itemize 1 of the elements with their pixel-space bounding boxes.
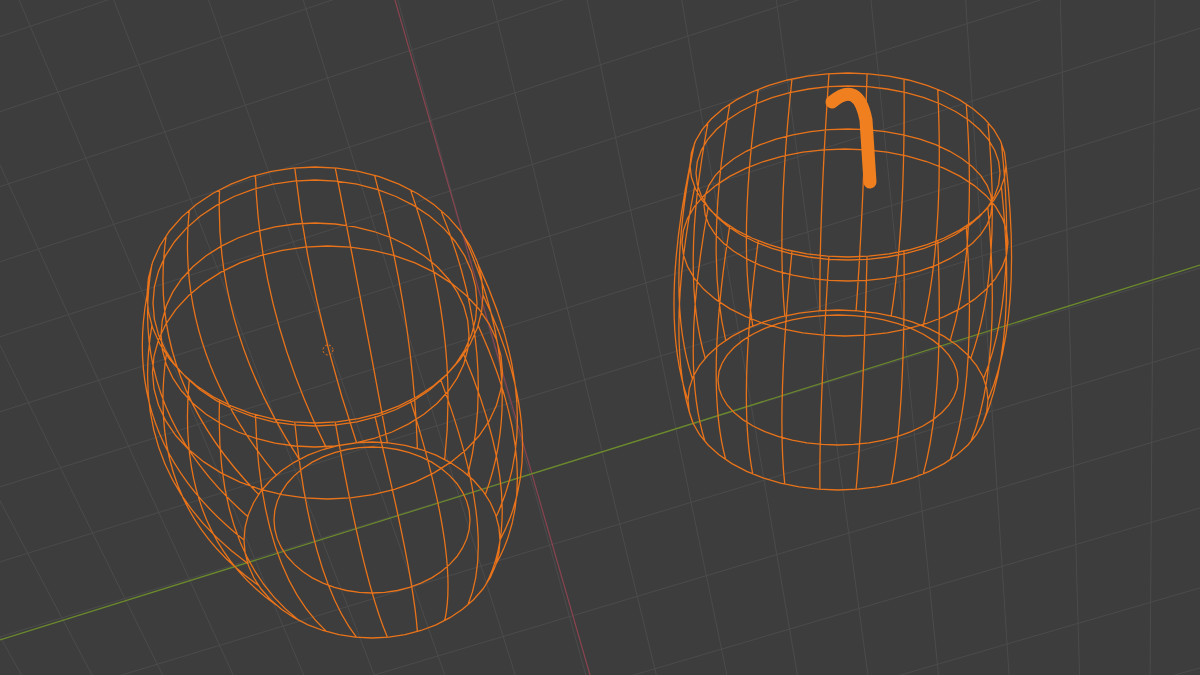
origin-icon <box>322 344 334 356</box>
